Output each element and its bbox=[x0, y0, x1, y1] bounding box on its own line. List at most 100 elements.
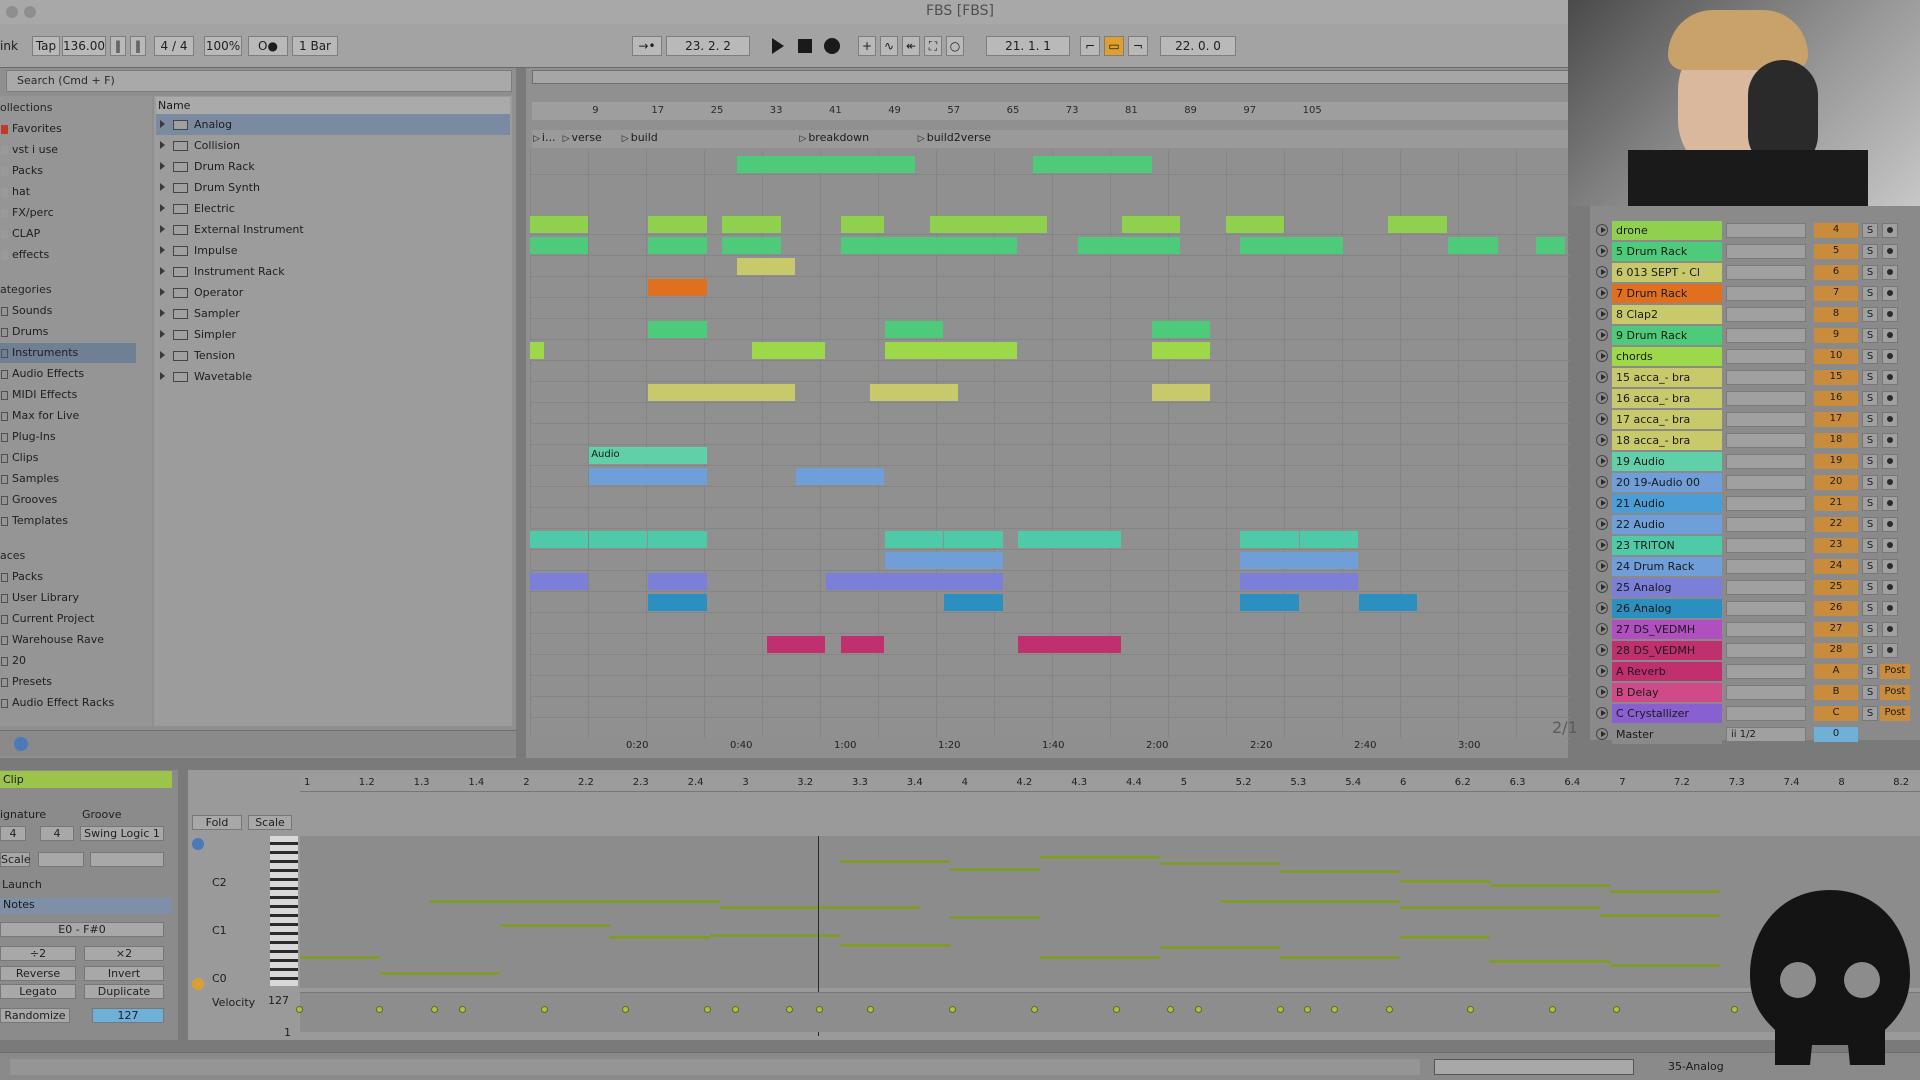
place-item[interactable]: hat bbox=[0, 182, 30, 202]
solo-button[interactable]: S bbox=[1862, 517, 1878, 532]
track-lanes[interactable]: Audio bbox=[530, 150, 1570, 740]
sig-numerator-field[interactable]: 4 bbox=[0, 826, 26, 841]
track-number[interactable]: C bbox=[1814, 706, 1858, 721]
play-button[interactable] bbox=[772, 38, 784, 54]
arm-record-icon[interactable] bbox=[1882, 265, 1898, 280]
track-lane[interactable] bbox=[530, 403, 1570, 424]
track-io-field[interactable] bbox=[1726, 328, 1806, 343]
track-number[interactable]: 22 bbox=[1814, 517, 1858, 532]
quantize-dropdown[interactable]: 1 Bar bbox=[292, 36, 338, 56]
velocity-marker[interactable] bbox=[376, 1006, 383, 1013]
track-header[interactable]: 28 DS_VEDMH 28 S bbox=[1590, 640, 1920, 661]
track-io-field[interactable] bbox=[1726, 538, 1806, 553]
tap-tempo-button[interactable]: Tap bbox=[32, 36, 60, 56]
track-io-field[interactable] bbox=[1726, 223, 1806, 238]
track-number[interactable]: 10 bbox=[1814, 349, 1858, 364]
track-name[interactable]: 9 Drum Rack bbox=[1612, 326, 1722, 345]
track-activator-icon[interactable] bbox=[1596, 350, 1608, 362]
clip-block[interactable] bbox=[796, 468, 885, 485]
track-lane[interactable] bbox=[530, 613, 1570, 634]
clip-block[interactable] bbox=[1358, 594, 1417, 611]
clip-block[interactable] bbox=[1151, 342, 1210, 359]
track-io-field[interactable] bbox=[1726, 496, 1806, 511]
track-number[interactable]: 19 bbox=[1814, 454, 1858, 469]
arm-record-icon[interactable] bbox=[1882, 349, 1898, 364]
folder-row[interactable]: Electric bbox=[156, 198, 510, 219]
clip-block[interactable] bbox=[648, 573, 707, 590]
scale-root-dropdown[interactable] bbox=[38, 852, 84, 867]
track-activator-icon[interactable] bbox=[1596, 434, 1608, 446]
post-send-button[interactable]: Post bbox=[1880, 706, 1910, 721]
midi-note[interactable] bbox=[500, 924, 610, 927]
track-io-field[interactable] bbox=[1726, 580, 1806, 595]
velocity-marker[interactable] bbox=[1031, 1006, 1038, 1013]
track-activator-icon[interactable] bbox=[1596, 266, 1608, 278]
track-name[interactable]: 6 013 SEPT - Cl bbox=[1612, 263, 1722, 282]
track-io-field[interactable] bbox=[1726, 685, 1806, 700]
place-item[interactable]: CLAP bbox=[0, 224, 40, 244]
midi-note[interactable] bbox=[1400, 906, 1600, 909]
stop-button[interactable] bbox=[798, 39, 812, 53]
track-activator-icon[interactable] bbox=[1596, 518, 1608, 530]
record-button[interactable] bbox=[824, 38, 840, 54]
folder-row[interactable]: Analog bbox=[156, 114, 510, 135]
solo-button[interactable]: S bbox=[1862, 475, 1878, 490]
solo-button[interactable]: S bbox=[1862, 328, 1878, 343]
track-name[interactable]: 20 19-Audio 00 bbox=[1612, 473, 1722, 492]
arm-record-icon[interactable] bbox=[1882, 370, 1898, 385]
track-activator-icon[interactable] bbox=[1596, 476, 1608, 488]
midi-note[interactable] bbox=[1490, 960, 1610, 963]
solo-button[interactable]: S bbox=[1862, 370, 1878, 385]
velocity-marker[interactable] bbox=[1304, 1006, 1311, 1013]
link-button[interactable]: ink bbox=[0, 36, 18, 56]
clip-block[interactable] bbox=[648, 216, 707, 233]
track-lane[interactable] bbox=[530, 235, 1570, 256]
track-activator-icon[interactable] bbox=[1596, 602, 1608, 614]
locator-marker[interactable]: breakdown bbox=[799, 131, 869, 144]
arm-record-icon[interactable] bbox=[1882, 538, 1898, 553]
track-name[interactable]: 28 DS_VEDMH bbox=[1612, 641, 1722, 660]
track-number[interactable]: 0 bbox=[1814, 727, 1858, 742]
track-activator-icon[interactable] bbox=[1596, 413, 1608, 425]
track-name[interactable]: 27 DS_VEDMH bbox=[1612, 620, 1722, 639]
clip-block[interactable] bbox=[722, 216, 781, 233]
midi-note[interactable] bbox=[950, 916, 1040, 919]
place-item[interactable]: Warehouse Rave bbox=[0, 630, 104, 650]
track-activator-icon[interactable] bbox=[1596, 686, 1608, 698]
track-activator-icon[interactable] bbox=[1596, 539, 1608, 551]
track-number[interactable]: 6 bbox=[1814, 265, 1858, 280]
folder-row[interactable]: Instrument Rack bbox=[156, 261, 510, 282]
track-name[interactable]: 15 acca_- bra bbox=[1612, 368, 1722, 387]
track-header[interactable]: 21 Audio 21 S bbox=[1590, 493, 1920, 514]
arrangement-overview[interactable] bbox=[532, 70, 1572, 84]
note-grid[interactable] bbox=[300, 836, 1920, 988]
velocity-marker[interactable] bbox=[1331, 1006, 1338, 1013]
track-activator-icon[interactable] bbox=[1596, 497, 1608, 509]
track-lane[interactable] bbox=[530, 424, 1570, 445]
track-activator-icon[interactable] bbox=[1596, 707, 1608, 719]
locator-marker[interactable]: build bbox=[622, 131, 658, 144]
place-item[interactable]: Grooves bbox=[0, 490, 57, 510]
session-record-icon[interactable]: ○ bbox=[946, 36, 964, 56]
solo-button[interactable]: S bbox=[1862, 496, 1878, 511]
clip-block[interactable] bbox=[826, 573, 1003, 590]
track-lane[interactable]: Audio bbox=[530, 445, 1570, 466]
clip-block[interactable] bbox=[885, 321, 944, 338]
track-io-field[interactable] bbox=[1726, 349, 1806, 364]
velocity-marker[interactable] bbox=[949, 1006, 956, 1013]
time-ruler[interactable]: 0:20 0:40 1:00 1:20 1:40 2:00 2:20 2:40 3:00 bbox=[526, 738, 1566, 756]
track-activator-icon[interactable] bbox=[1596, 665, 1608, 677]
fold-button[interactable]: Fold bbox=[192, 815, 242, 830]
track-header[interactable]: 19 Audio 19 S bbox=[1590, 451, 1920, 472]
track-activator-icon[interactable] bbox=[1596, 644, 1608, 656]
metronome-button[interactable]: O● bbox=[248, 36, 288, 56]
track-header[interactable]: 17 acca_- bra 17 S bbox=[1590, 409, 1920, 430]
solo-button[interactable]: S bbox=[1862, 454, 1878, 469]
track-lane[interactable] bbox=[530, 550, 1570, 571]
track-activator-icon[interactable] bbox=[1596, 245, 1608, 257]
track-name[interactable]: 8 Clap2 bbox=[1612, 305, 1722, 324]
clip-block[interactable] bbox=[530, 342, 544, 359]
solo-button[interactable]: S bbox=[1862, 643, 1878, 658]
velocity-marker[interactable] bbox=[1167, 1006, 1174, 1013]
arm-record-icon[interactable] bbox=[1882, 643, 1898, 658]
